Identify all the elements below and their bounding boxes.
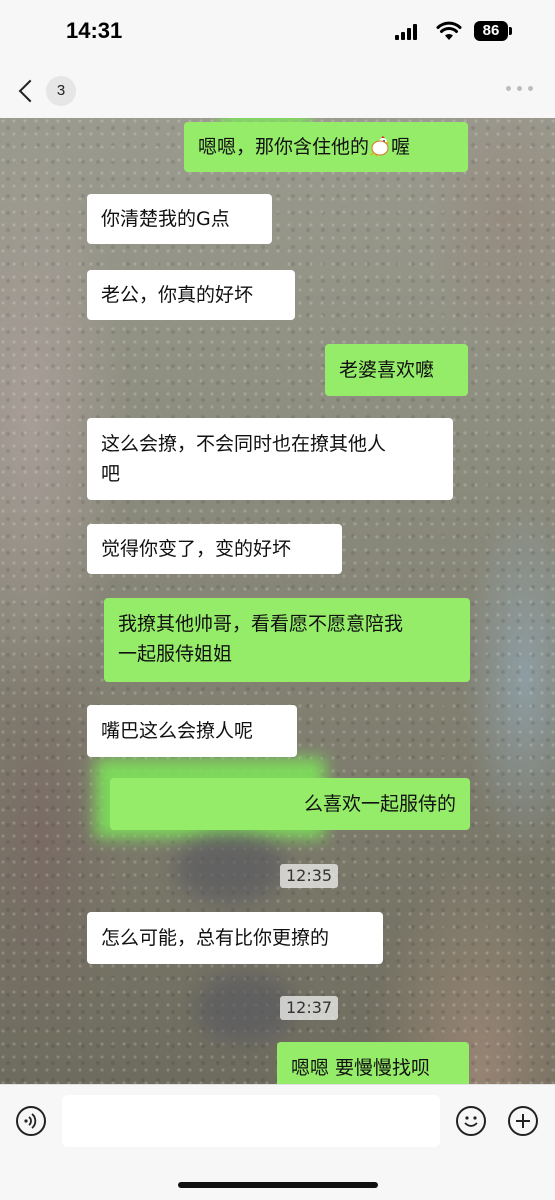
message-text: 你清楚我的G点 [101,208,230,230]
message-bubble-outgoing[interactable]: 嗯嗯 要慢慢找呗 [277,1042,469,1084]
home-indicator [178,1182,378,1188]
message-bubble-outgoing[interactable]: 么喜欢一起服侍的 [110,778,470,830]
message-text: 怎么可能，总有比你更撩的 [101,927,330,949]
message-text-line: 吧 [101,463,121,485]
message-text: 觉得你变了，变的好坏 [101,538,292,560]
plus-icon [516,1114,530,1128]
voice-wave-icon [24,1113,37,1129]
message-bubble-incoming[interactable]: 老公，你真的好坏 [87,270,295,320]
chat-message-area[interactable]: 嗯嗯，那你含住他的喔 你清楚我的G点 老公，你真的好坏 老婆喜欢嚒 这么会撩，不… [0,118,555,1084]
cellular-signal-icon [395,24,421,40]
more-options-icon[interactable] [500,86,540,94]
emoji-button[interactable] [456,1106,486,1136]
smiley-icon [464,1116,478,1127]
message-text: 老婆喜欢嚒 [339,359,435,381]
message-text-suffix: 喔 [391,136,411,158]
chat-header: 3 [0,62,555,118]
message-bubble-outgoing[interactable]: 老婆喜欢嚒 [325,344,468,396]
voice-input-button[interactable] [16,1106,46,1136]
message-text: 嗯嗯，那你含住他的 [198,136,370,158]
message-text: 嘴巴这么会撩人呢 [101,720,254,742]
message-text-line: 一起服侍姐姐 [118,643,233,665]
message-text-line: 我撩其他帅哥，看看愿不愿意陪我 [118,613,404,635]
message-text: 么喜欢一起服侍的 [303,793,456,815]
message-timestamp: 12:37 [280,996,339,1020]
chevron-left-icon [18,79,42,103]
message-text: 嗯嗯 要慢慢找呗 [291,1057,431,1079]
wifi-icon [436,21,462,40]
message-bubble-incoming[interactable]: 嘴巴这么会撩人呢 [87,705,297,757]
more-actions-button[interactable] [508,1106,538,1136]
status-bar: 14:31 86 [0,0,555,62]
message-timestamp: 12:35 [280,864,339,888]
message-bubble-outgoing[interactable]: 嗯嗯，那你含住他的喔 [184,122,468,172]
message-bubble-outgoing[interactable]: 我撩其他帅哥，看看愿不愿意陪我 一起服侍姐姐 [104,598,470,682]
hen-icon [370,136,391,157]
grey-redaction-smudge [175,833,285,903]
status-time: 14:31 [66,18,123,43]
message-bubble-incoming[interactable]: 觉得你变了，变的好坏 [87,524,342,574]
message-text: 老公，你真的好坏 [101,284,254,306]
battery-tip [509,27,512,35]
unread-count-badge: 3 [46,76,76,106]
message-text-line: 这么会撩，不会同时也在撩其他人 [101,433,387,455]
message-bubble-incoming[interactable]: 这么会撩，不会同时也在撩其他人 吧 [87,418,453,500]
back-button[interactable]: 3 [16,74,76,108]
message-input-field[interactable] [62,1095,440,1147]
battery-indicator: 86 [474,21,508,41]
message-bubble-incoming[interactable]: 怎么可能，总有比你更撩的 [87,912,383,964]
message-bubble-incoming[interactable]: 你清楚我的G点 [87,194,272,244]
